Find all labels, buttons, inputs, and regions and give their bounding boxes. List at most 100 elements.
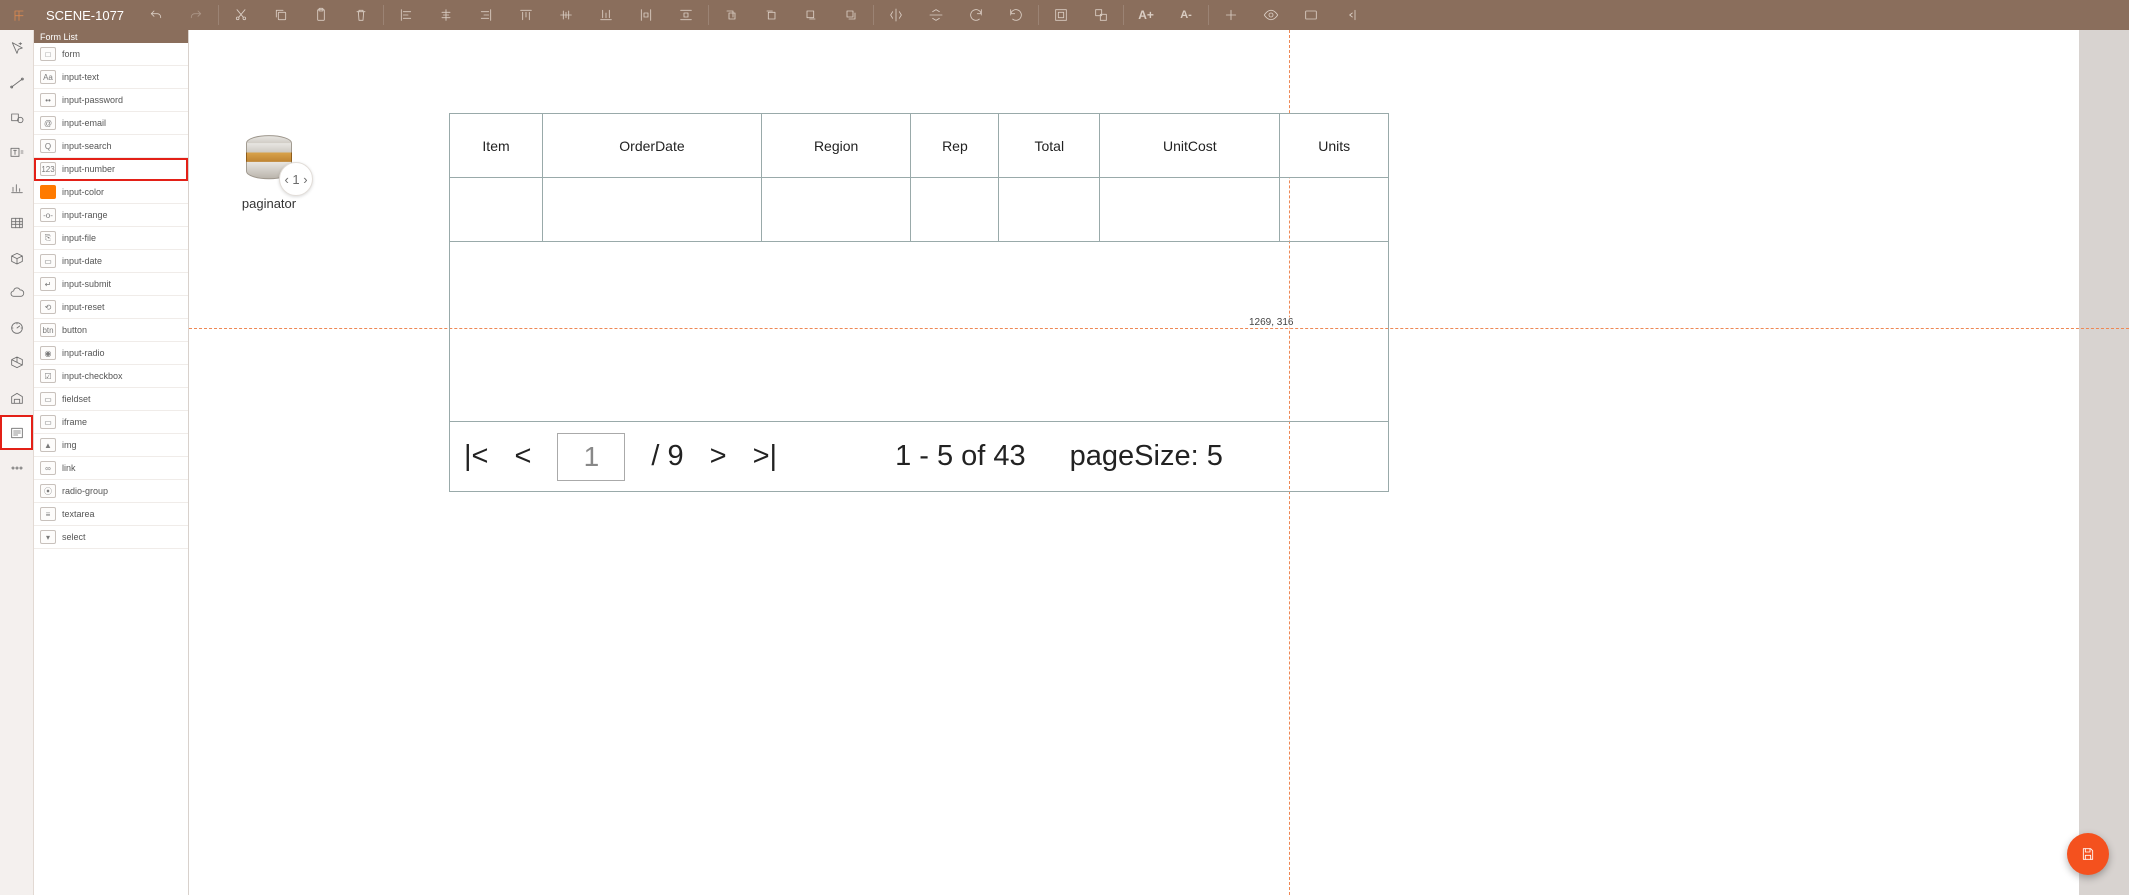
form-list-item-input-submit[interactable]: ↵input-submit: [34, 273, 188, 296]
form-list-item-input-number[interactable]: 123input-number: [34, 158, 188, 181]
form-list-item-label: input-password: [62, 95, 123, 105]
font-decrease-button[interactable]: A-: [1166, 0, 1206, 30]
cell-unitcost: [1100, 178, 1280, 242]
left-rail: [0, 30, 34, 895]
group-button[interactable]: [1041, 0, 1081, 30]
form-list-item-input-password[interactable]: ••input-password: [34, 89, 188, 112]
fit-button[interactable]: [1211, 0, 1251, 30]
form-list-item-fieldset[interactable]: ▭fieldset: [34, 388, 188, 411]
flip-h-button[interactable]: [876, 0, 916, 30]
delete-button[interactable]: [341, 0, 381, 30]
collapse-right-button[interactable]: [1331, 0, 1371, 30]
pager-first-button[interactable]: |<: [464, 440, 488, 473]
form-list-item-input-radio[interactable]: ◉input-radio: [34, 342, 188, 365]
form-list-item-iframe[interactable]: ▭iframe: [34, 411, 188, 434]
redo-button[interactable]: [176, 0, 216, 30]
input-reset-icon: ⟲: [40, 300, 56, 314]
form-list-item-radio-group[interactable]: ⦿radio-group: [34, 480, 188, 503]
data-table[interactable]: ItemOrderDateRegionRepTotalUnitCostUnits…: [449, 113, 1389, 492]
fullscreen-button[interactable]: [1291, 0, 1331, 30]
save-button[interactable]: [2067, 833, 2109, 875]
rail-more-tool[interactable]: [0, 450, 33, 485]
form-list-item-input-file[interactable]: ⎘ input-file: [34, 227, 188, 250]
rail-text-tool[interactable]: [0, 135, 33, 170]
form-list-item-input-date[interactable]: ▭ input-date: [34, 250, 188, 273]
copy-button[interactable]: [261, 0, 301, 30]
font-increase-button[interactable]: A+: [1126, 0, 1166, 30]
rail-form-tool[interactable]: [0, 415, 33, 450]
rail-warehouse-tool[interactable]: [0, 380, 33, 415]
distribute-v-button[interactable]: [666, 0, 706, 30]
flip-v-button[interactable]: [916, 0, 956, 30]
input-date-icon: ▭: [40, 254, 56, 268]
ungroup-button[interactable]: [1081, 0, 1121, 30]
form-list-item-input-color[interactable]: input-color: [34, 181, 188, 204]
pager-last-button[interactable]: >|: [753, 440, 777, 473]
paginator-datasource[interactable]: ‹ 1 › paginator: [229, 130, 309, 211]
form-list-item-button[interactable]: btn button: [34, 319, 188, 342]
pager-range: 1 - 5 of 43: [895, 440, 1026, 473]
input-file-icon: ⎘: [40, 231, 56, 245]
rail-3d-tool[interactable]: [0, 345, 33, 380]
bring-front-button[interactable]: [711, 0, 751, 30]
rail-cloud-tool[interactable]: [0, 275, 33, 310]
form-list-item-input-search[interactable]: Qinput-search: [34, 135, 188, 158]
align-middle-v-button[interactable]: [546, 0, 586, 30]
form-list-item-label: input-range: [62, 210, 108, 220]
form-list-item-link[interactable]: ∞link: [34, 457, 188, 480]
paste-button[interactable]: [301, 0, 341, 30]
form-list-item-label: input-submit: [62, 279, 111, 289]
form-list-item-label: form: [62, 49, 80, 59]
design-canvas[interactable]: 1269, 316: [189, 30, 2129, 895]
pager-page-input[interactable]: [557, 433, 625, 481]
send-backward-button[interactable]: [791, 0, 831, 30]
form-list: □formAainput-text••input-password@input-…: [34, 43, 188, 895]
column-header-region: Region: [761, 114, 911, 178]
align-center-h-button[interactable]: [426, 0, 466, 30]
cut-button[interactable]: [221, 0, 261, 30]
form-list-item-input-email[interactable]: @input-email: [34, 112, 188, 135]
form-icon: □: [40, 47, 56, 61]
cell-total: [999, 178, 1100, 242]
cell-region: [761, 178, 911, 242]
distribute-h-button[interactable]: [626, 0, 666, 30]
column-header-units: Units: [1280, 114, 1389, 178]
bring-forward-button[interactable]: [751, 0, 791, 30]
form-list-item-input-checkbox[interactable]: ☑input-checkbox: [34, 365, 188, 388]
form-list-item-label: textarea: [62, 509, 95, 519]
form-list-item-label: input-date: [62, 256, 102, 266]
rail-container-tool[interactable]: [0, 240, 33, 275]
undo-button[interactable]: [136, 0, 176, 30]
input-radio-icon: ◉: [40, 346, 56, 360]
send-back-button[interactable]: [831, 0, 871, 30]
rail-table-tool[interactable]: [0, 205, 33, 240]
form-list-item-input-text[interactable]: Aainput-text: [34, 66, 188, 89]
form-list-item-input-reset[interactable]: ⟲input-reset: [34, 296, 188, 319]
button-icon: btn: [40, 323, 56, 337]
pager-next-button[interactable]: >: [710, 440, 727, 473]
form-list-item-label: button: [62, 325, 87, 335]
form-list-item-textarea[interactable]: ≡textarea: [34, 503, 188, 526]
input-number-icon: 123: [40, 162, 56, 176]
align-left-button[interactable]: [386, 0, 426, 30]
align-top-button[interactable]: [506, 0, 546, 30]
rail-chart-tool[interactable]: [0, 170, 33, 205]
form-list-item-form[interactable]: □ form: [34, 43, 188, 66]
rotate-ccw-button[interactable]: [996, 0, 1036, 30]
form-list-item-label: input-file: [62, 233, 96, 243]
align-bottom-button[interactable]: [586, 0, 626, 30]
rail-select-tool[interactable]: [0, 30, 33, 65]
toggle-visibility-button[interactable]: [1251, 0, 1291, 30]
rail-line-tool[interactable]: [0, 65, 33, 100]
rail-gauge-tool[interactable]: [0, 310, 33, 345]
rail-shape-tool[interactable]: [0, 100, 33, 135]
form-list-item-select[interactable]: ▾select: [34, 526, 188, 549]
rotate-cw-button[interactable]: [956, 0, 996, 30]
pager-prev-button[interactable]: <: [514, 440, 531, 473]
form-list-item-img[interactable]: ▲img: [34, 434, 188, 457]
form-list-item-input-range[interactable]: -o-input-range: [34, 204, 188, 227]
input-email-icon: @: [40, 116, 56, 130]
link-icon: ∞: [40, 461, 56, 475]
form-list-item-label: input-color: [62, 187, 104, 197]
align-right-button[interactable]: [466, 0, 506, 30]
